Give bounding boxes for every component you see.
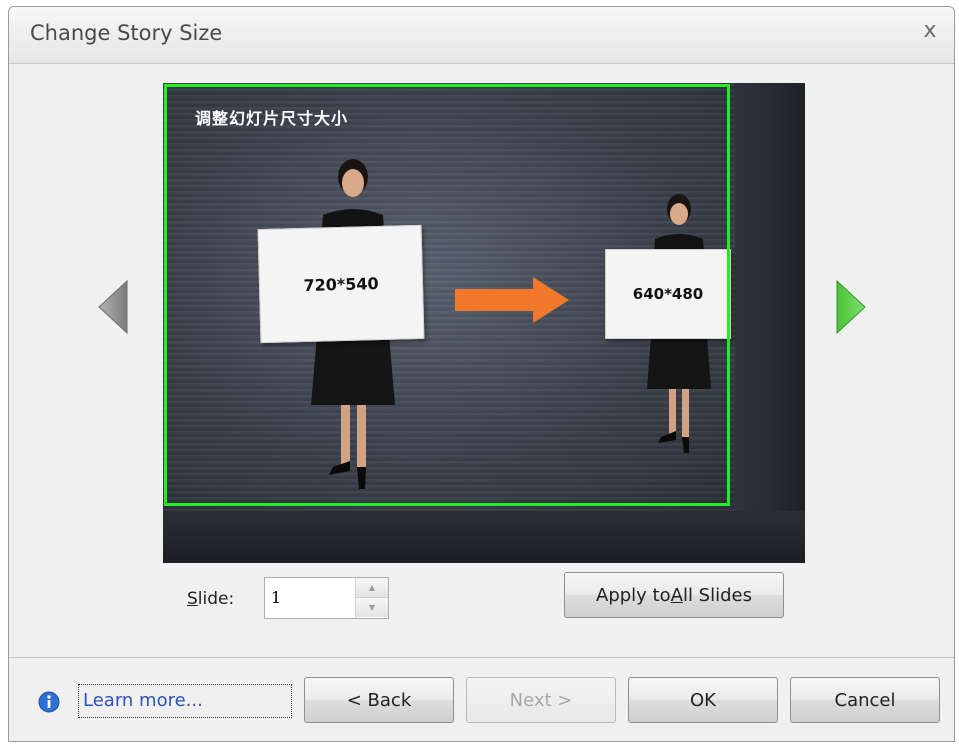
ok-button[interactable]: OK [628, 677, 778, 723]
previous-slide-arrow-icon[interactable] [95, 277, 131, 337]
slide-heading: 调整幻灯片尺寸大小 [195, 109, 349, 128]
preview-margin-bottom [163, 511, 805, 563]
slide-number-value[interactable]: 1 [271, 588, 281, 607]
change-story-size-dialog: Change Story Size x 720*540 640*480 调整幻灯… [8, 6, 955, 742]
next-button[interactable]: Next > [466, 677, 616, 723]
spinner-up-icon[interactable]: ▲ [356, 578, 388, 598]
slide-label: Slide: [187, 589, 235, 609]
dialog-title: Change Story Size [30, 21, 223, 45]
apply-to-all-slides-button[interactable]: Apply to All Slides [564, 572, 784, 618]
close-icon[interactable]: x [916, 17, 944, 45]
slide-preview: 720*540 640*480 调整幻灯片尺寸大小 [163, 83, 805, 563]
back-button[interactable]: < Back [304, 677, 454, 723]
info-icon [38, 691, 60, 713]
spinner-down-icon[interactable]: ▼ [356, 598, 388, 617]
preview-margin-right [735, 83, 805, 513]
next-slide-arrow-icon[interactable] [833, 277, 869, 337]
spinner-buttons: ▲ ▼ [355, 578, 388, 618]
slide-number-spinner[interactable]: 1 ▲ ▼ [264, 577, 389, 619]
new-size-frame [164, 84, 730, 506]
footer-separator [9, 657, 954, 658]
learn-more-link[interactable]: Learn more... [78, 684, 292, 718]
cancel-button[interactable]: Cancel [790, 677, 940, 723]
title-bar: Change Story Size x [9, 7, 954, 64]
